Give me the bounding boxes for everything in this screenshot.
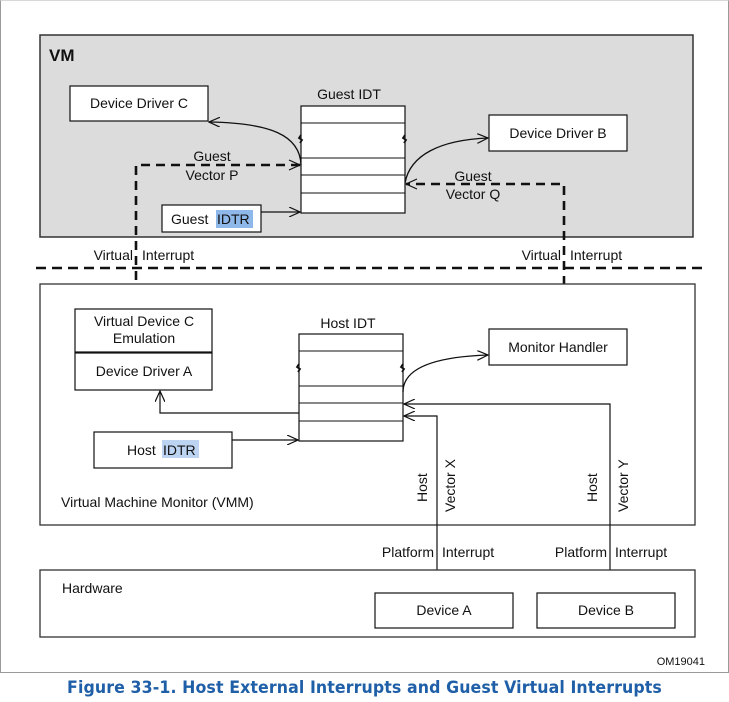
device-b-label: Device B [578,602,634,618]
figure-id: OM19041 [657,656,705,668]
host-idtr-prefix: Host [127,442,156,458]
interrupt-right-label: Interrupt [570,247,622,263]
monitor-handler-label: Monitor Handler [508,339,608,355]
guest-vector-p-line2: Vector P [186,167,239,183]
virtual-left-label: Virtual [94,247,133,263]
guest-vector-p-line1: Guest [193,148,230,164]
guest-idtr-text: IDTR [217,211,250,227]
device-driver-b-label: Device Driver B [509,125,606,141]
interrupt-diagram: VM Device Driver C Device Driver B Guest… [36,34,708,668]
virtual-right-label: Virtual [522,247,561,263]
guest-idt-label: Guest IDT [317,86,381,102]
guest-vector-q-line1: Guest [454,168,491,184]
device-driver-a-label: Device Driver A [96,363,193,379]
interrupt-a-label: Interrupt [442,544,494,560]
host-vector-y-line1: Host [584,473,600,502]
host-vector-y-line2: Vector Y [615,459,631,512]
host-vector-x-line1: Host [414,473,430,502]
platform-b-label: Platform [555,544,607,560]
figure-caption: Figure 33-1. Host External Interrupts an… [67,678,662,698]
device-a-label: Device A [416,602,472,618]
guest-vector-q-line2: Vector Q [446,186,501,202]
virtual-device-c-line2: Emulation [113,330,175,346]
platform-a-label: Platform [382,544,434,560]
host-idt-table [295,333,406,442]
host-vector-x-line2: Vector X [442,458,458,512]
interrupt-left-label: Interrupt [142,247,194,263]
hardware-title: Hardware [62,580,123,596]
host-idt-label: Host IDT [320,315,376,331]
virtual-device-c-line1: Virtual Device C [94,313,194,329]
interrupt-b-label: Interrupt [615,544,667,560]
device-driver-c-label: Device Driver C [90,95,188,111]
guest-idt-table [297,105,408,214]
vmm-title: Virtual Machine Monitor (VMM) [61,494,254,510]
guest-idtr-prefix: Guest [171,211,208,227]
vm-title: VM [49,46,75,65]
host-idtr-text: IDTR [163,442,196,458]
